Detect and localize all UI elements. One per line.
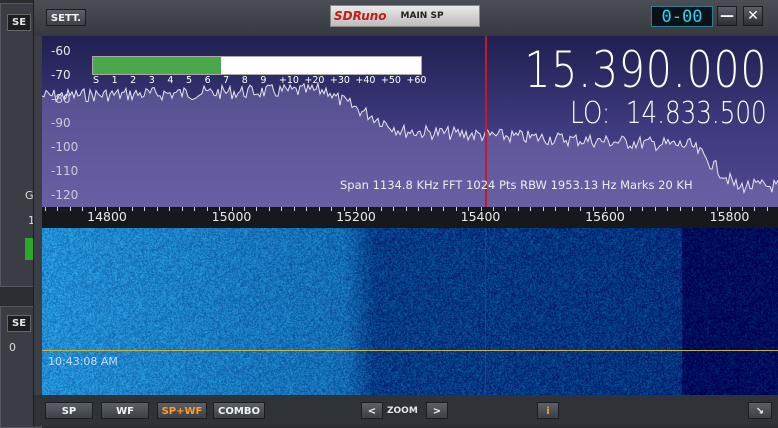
- tuning-line-waterfall: [485, 228, 486, 395]
- frequency-axis-tick: [69, 207, 71, 211]
- frequency-axis-label: 15600: [585, 209, 625, 224]
- title-bar[interactable]: SETT. SDRuno MAIN SP 0-00 — ✕: [34, 0, 778, 36]
- frequency-axis-tick: [580, 207, 582, 211]
- frequency-axis-tick: [754, 207, 756, 211]
- spectrum-display[interactable]: -60-70-80-90-100-110-120 S123456789+10+2…: [42, 36, 778, 207]
- zoom-label: ZOOM: [387, 406, 418, 416]
- frequency-axis-tick: [405, 207, 407, 211]
- clock-display: 0-00: [651, 6, 713, 27]
- frequency-axis-tick: [455, 207, 457, 211]
- frequency-axis-tick: [567, 207, 569, 211]
- frequency-axis-tick: [542, 207, 544, 211]
- s-meter-scale: S 1 2 3 4 5 6 7 8 9 +10 +20 +30 +40 +50 +60: [92, 75, 426, 89]
- frequency-axis-tick: [380, 207, 382, 211]
- s-meter-scale-label: +40: [355, 75, 376, 86]
- wf-view-button[interactable]: WF: [101, 402, 149, 419]
- frequency-axis-tick: [181, 207, 183, 211]
- info-button[interactable]: i: [537, 402, 559, 419]
- frequency-axis-tick: [293, 207, 295, 211]
- lo-frequency-display[interactable]: LO: 14.833.500: [570, 96, 767, 131]
- sp-wf-view-button[interactable]: SP+WF: [157, 402, 207, 419]
- waterfall-display[interactable]: 10:43:08 AM: [42, 228, 778, 395]
- s-meter-scale-label: 3: [148, 75, 155, 86]
- combo-view-button[interactable]: COMBO: [213, 402, 265, 419]
- window-mode-label: MAIN SP: [400, 11, 444, 21]
- frequency-axis-tick: [318, 207, 320, 211]
- frequency-axis-tick: [418, 207, 420, 211]
- bottom-toolbar: SP WF SP+WF COMBO < ZOOM > i ↘: [34, 395, 778, 426]
- resize-grip-icon[interactable]: ↘: [748, 402, 772, 419]
- s-meter-scale-label: 8: [241, 75, 248, 86]
- background-label-0: 0: [9, 341, 16, 354]
- minimize-button[interactable]: —: [717, 6, 737, 26]
- s-meter-scale-label: +30: [329, 75, 350, 86]
- vfo-frequency-display[interactable]: 15.390.000: [524, 41, 767, 99]
- s-meter-scale-label: +20: [304, 75, 325, 86]
- frequency-axis-label: 15400: [460, 209, 501, 224]
- zoom-out-button[interactable]: <: [361, 402, 383, 419]
- frequency-axis-tick: [206, 207, 208, 211]
- frequency-axis-tick: [766, 207, 768, 211]
- frequency-axis-tick: [281, 207, 283, 211]
- s-meter-scale-label: 6: [204, 75, 211, 86]
- s-meter-level: [93, 57, 221, 74]
- zoom-in-button[interactable]: >: [426, 402, 448, 419]
- s-meter-scale-label: 4: [167, 75, 174, 86]
- frequency-axis-tick: [169, 207, 171, 211]
- frequency-axis-tick: [667, 207, 669, 211]
- frequency-axis-label: 14800: [87, 209, 127, 224]
- frequency-axis-tick: [82, 207, 84, 211]
- background-green-indicator: [25, 238, 33, 260]
- s-meter-scale-label: +60: [406, 75, 427, 86]
- s-meter-scale-label: 2: [130, 75, 137, 86]
- frequency-axis-tick: [642, 207, 644, 211]
- background-sett-button[interactable]: SE: [7, 14, 32, 31]
- settings-button[interactable]: SETT.: [46, 9, 86, 26]
- frequency-axis-label: 15800: [709, 209, 750, 224]
- frequency-axis-tick: [156, 207, 158, 211]
- frequency-axis-tick: [704, 207, 706, 211]
- frequency-axis-tick: [144, 207, 146, 211]
- frequency-axis[interactable]: 14800 15000 15200 15400 15600 15800: [42, 207, 778, 228]
- s-meter-scale-label: 5: [185, 75, 193, 86]
- main-spectrum-window: SETT. SDRuno MAIN SP 0-00 — ✕ -60-70-80-…: [33, 0, 778, 426]
- s-meter-scale-label: 1: [111, 75, 118, 86]
- frequency-axis-tick: [443, 207, 445, 211]
- frequency-axis-tick: [555, 207, 557, 211]
- s-meter-scale-label: 9: [260, 75, 267, 86]
- frequency-axis-tick: [517, 207, 519, 211]
- frequency-axis-tick: [331, 207, 333, 211]
- frequency-axis-tick: [629, 207, 631, 211]
- s-meter-scale-label: +50: [380, 75, 401, 86]
- frequency-axis-tick: [268, 207, 270, 211]
- background-sett-button-2[interactable]: SE: [7, 315, 32, 332]
- window-title-badge: SDRuno MAIN SP: [330, 5, 480, 27]
- frequency-axis-label: 15200: [336, 209, 376, 224]
- frequency-axis-tick: [194, 207, 196, 211]
- frequency-axis-tick: [44, 207, 46, 211]
- frequency-axis-label: 15000: [211, 209, 252, 224]
- frequency-axis-tick: [430, 207, 432, 211]
- frequency-axis-tick: [57, 207, 59, 211]
- frequency-axis-tick: [306, 207, 308, 211]
- waterfall-timestamp: 10:43:08 AM: [48, 355, 118, 368]
- frequency-axis-tick: [679, 207, 681, 211]
- frequency-axis-tick: [692, 207, 694, 211]
- waterfall-timestamp-line: [42, 350, 778, 351]
- frequency-axis-tick: [530, 207, 532, 211]
- spectrum-info-line: Span 1134.8 KHz FFT 1024 Pts RBW 1953.13…: [340, 178, 693, 192]
- s-meter-scale-label: +10: [278, 75, 299, 86]
- frequency-axis-tick: [505, 207, 507, 211]
- frequency-axis-tick: [654, 207, 656, 211]
- frequency-axis-tick: [393, 207, 395, 211]
- sp-view-button[interactable]: SP: [45, 402, 93, 419]
- brand-logo: SDRuno: [334, 9, 387, 23]
- s-meter-scale-label: 7: [223, 75, 230, 86]
- close-button[interactable]: ✕: [743, 6, 763, 26]
- frequency-axis-tick: [131, 207, 133, 211]
- waterfall-canvas: [42, 228, 778, 395]
- frequency-axis-tick: [256, 207, 258, 211]
- s-meter-bar: [92, 56, 422, 75]
- s-meter-scale-label: S: [92, 75, 100, 86]
